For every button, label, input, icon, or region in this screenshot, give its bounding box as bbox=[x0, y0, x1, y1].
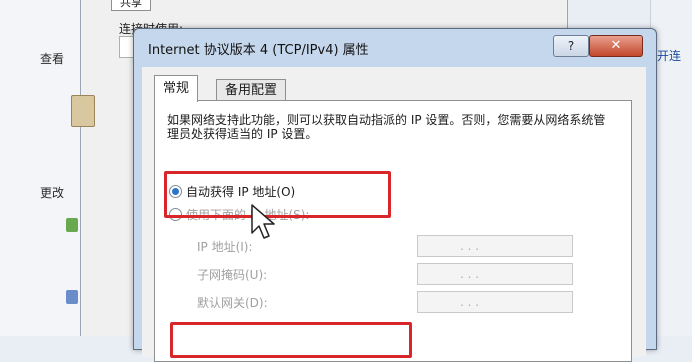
left-link-view[interactable]: 查看 bbox=[40, 50, 64, 67]
ip-address-dots: . . . bbox=[460, 239, 480, 253]
network-center-left-pane: 查看 更改 bbox=[0, 0, 80, 336]
close-icon: ✕ bbox=[610, 38, 622, 53]
left-link-change[interactable]: 更改 bbox=[40, 184, 64, 201]
description-text: 如果网络支持此功能，则可以获取自动指派的 IP 设置。否则，您需要从网络系统管理… bbox=[167, 113, 606, 141]
help-button[interactable]: ? bbox=[553, 35, 589, 57]
default-gateway-dots: . . . bbox=[460, 295, 480, 309]
right-link[interactable]: 开连 bbox=[657, 47, 681, 64]
highlight-second bbox=[170, 322, 412, 358]
default-gateway-label: 默认网关(D): bbox=[197, 296, 268, 310]
dialog-titlebar[interactable]: Internet 协议版本 4 (TCP/IPv4) 属性 ? ✕ bbox=[134, 29, 656, 65]
tab-general[interactable]: 常规 bbox=[154, 75, 199, 102]
tab-alternate-config[interactable]: 备用配置 bbox=[216, 79, 287, 102]
close-button[interactable]: ✕ bbox=[589, 35, 643, 57]
subnet-mask-label: 子网掩码(U): bbox=[197, 268, 268, 282]
network-adapter-icon bbox=[66, 290, 78, 304]
default-gateway-field[interactable]: . . . bbox=[417, 291, 573, 313]
help-icon: ? bbox=[567, 39, 575, 53]
network-icon bbox=[71, 95, 95, 127]
dialog-title: Internet 协议版本 4 (TCP/IPv4) 属性 bbox=[148, 43, 369, 58]
subnet-mask-dots: . . . bbox=[460, 267, 480, 281]
mouse-cursor-icon bbox=[251, 204, 275, 239]
network-adapter-icon bbox=[66, 218, 78, 232]
ip-address-label: IP 地址(I): bbox=[197, 240, 253, 254]
subnet-mask-field[interactable]: . . . bbox=[417, 263, 573, 285]
tab-sharing[interactable]: 共享 bbox=[111, 0, 151, 11]
ip-address-field[interactable]: . . . bbox=[417, 235, 573, 257]
